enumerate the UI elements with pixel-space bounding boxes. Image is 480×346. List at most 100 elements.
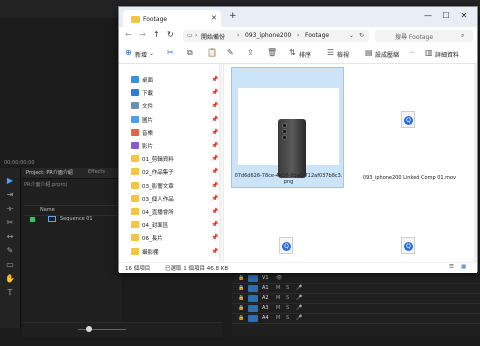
lock-icon[interactable]: 🔒 [238, 315, 244, 322]
compress-button[interactable]: 設成壓縮 [375, 50, 399, 59]
sidebar-item[interactable]: 02_作品集子 📌 [131, 166, 221, 178]
name-column-header[interactable]: Name [40, 207, 55, 213]
close-tab-icon[interactable]: ✕ [211, 14, 217, 22]
ripple-edit-icon[interactable]: ⟛ [5, 204, 15, 214]
file-tile[interactable]: 07d6d626-78ce-4e56-9ba0-712af037b8c3.png [231, 67, 344, 188]
solo-icon[interactable]: S [286, 315, 289, 322]
track-target-button[interactable] [248, 315, 258, 322]
view-button[interactable]: 檢視 [337, 50, 349, 59]
sidebar-item[interactable]: 06_長片 📌 [131, 232, 221, 244]
content-scrollbar[interactable] [474, 64, 477, 262]
pin-icon[interactable]: 📌 [211, 168, 218, 175]
type-icon[interactable]: T [5, 288, 15, 298]
hand-icon[interactable]: ✋ [5, 274, 15, 284]
lock-icon[interactable]: 🔒 [238, 295, 244, 302]
sidebar-item[interactable]: 下載 📌 [131, 87, 221, 99]
track-select-icon[interactable]: ⇥ [5, 190, 15, 200]
sidebar-item[interactable]: 攝影棚 📌 [131, 246, 221, 258]
mute-icon[interactable]: M [276, 295, 280, 302]
file-tile[interactable]: Q [353, 192, 466, 262]
selection-tool-icon[interactable]: ▶ [5, 176, 15, 186]
pin-icon[interactable]: 📌 [211, 195, 218, 202]
breadcrumb-item[interactable]: 開始備份 [201, 32, 225, 41]
sort-button[interactable]: 排序 [299, 50, 311, 59]
new-tab-icon[interactable]: + [229, 11, 237, 21]
pin-icon[interactable]: 📌 [211, 208, 218, 215]
cut-icon[interactable]: ✂ [167, 49, 174, 57]
tab-footage[interactable]: Footage ✕ [123, 10, 221, 27]
rename-icon[interactable]: ✎ [227, 49, 234, 57]
mute-icon[interactable]: M [276, 285, 280, 292]
file-tile[interactable]: Q [231, 192, 344, 262]
back-icon[interactable]: ← [125, 30, 132, 39]
close-window-icon[interactable]: ✕ [457, 10, 471, 22]
sidebar-item[interactable]: 01_剪輯資料 📌 [131, 153, 221, 165]
tab-effects[interactable]: Effects [88, 169, 105, 175]
track-target-button[interactable] [248, 305, 258, 312]
tab-project[interactable]: Project: PR介面介紹 [26, 169, 73, 176]
paste-icon[interactable]: 📋 [207, 49, 217, 57]
mic-icon[interactable]: 🎤 [296, 315, 302, 322]
sidebar-item[interactable]: 03_個人作品 📌 [131, 193, 221, 205]
tile-view-icon[interactable]: ▦ [461, 264, 466, 270]
pin-icon[interactable]: 📌 [211, 116, 218, 123]
refresh-icon[interactable]: ↻ [167, 30, 174, 39]
sidebar-item[interactable]: 音樂 📌 [131, 127, 221, 139]
list-view-icon[interactable]: ☰ [449, 264, 454, 270]
refresh-icon[interactable]: ↻ [359, 32, 364, 39]
zoom-slider-knob[interactable] [86, 326, 92, 332]
chevron-down-icon[interactable]: ⌄ [349, 32, 354, 39]
track-target-button[interactable] [248, 295, 258, 302]
search-input[interactable]: 搜尋 Footage ⌕ [375, 30, 473, 42]
up-icon[interactable]: ↑ [153, 30, 160, 39]
pin-icon[interactable]: 📌 [211, 142, 218, 149]
lock-icon[interactable]: 🔒 [238, 285, 244, 292]
minimize-icon[interactable]: — [421, 10, 435, 22]
mic-icon[interactable]: 🎤 [296, 285, 302, 292]
sidebar-item[interactable]: 04_直播會所 📌 [131, 206, 221, 218]
pen-icon[interactable]: ✎ [5, 246, 15, 256]
address-bar[interactable]: ▭ › 開始備份 › 093_iphone200 › Footage ⌄ ↻ [183, 30, 369, 42]
solo-icon[interactable]: S [286, 305, 289, 312]
lock-icon[interactable]: 🔒 [238, 275, 244, 282]
sidebar-item[interactable]: 影片 📌 [131, 140, 221, 152]
pin-icon[interactable]: 📌 [211, 248, 218, 255]
track-target-button[interactable] [248, 285, 258, 292]
mic-icon[interactable]: 🎤 [296, 305, 302, 312]
pin-icon[interactable]: 📌 [211, 129, 218, 136]
razor-icon[interactable]: ✂ [5, 218, 15, 228]
pin-icon[interactable]: 📌 [211, 182, 218, 189]
breadcrumb-item[interactable]: Footage [305, 32, 329, 39]
pin-icon[interactable]: 📌 [211, 102, 218, 109]
solo-icon[interactable]: S [286, 295, 289, 302]
sidebar-item[interactable]: 03_影響文章 📌 [131, 180, 221, 192]
navigation-scrollbar[interactable] [219, 64, 222, 262]
pin-icon[interactable]: 📌 [211, 234, 218, 241]
sidebar-item[interactable]: 圖片 📌 [131, 114, 221, 126]
more-icon[interactable]: ··· [409, 50, 415, 57]
pin-icon[interactable]: 📌 [211, 76, 218, 83]
mute-icon[interactable]: M [276, 305, 280, 312]
pin-icon[interactable]: 📌 [211, 221, 218, 228]
sidebar-item[interactable]: 桌面 📌 [131, 74, 221, 86]
details-button[interactable]: 詳細資料 [435, 50, 459, 59]
lock-icon[interactable]: 🔒 [238, 305, 244, 312]
eye-icon[interactable]: 👁 [276, 275, 282, 282]
sidebar-item[interactable]: 04_封面區 📌 [131, 219, 221, 231]
sidebar-item[interactable]: 文件 📌 [131, 100, 221, 112]
forward-icon[interactable]: → [139, 30, 146, 39]
track-target-button[interactable] [248, 275, 258, 282]
pin-icon[interactable]: 📌 [211, 155, 218, 162]
breadcrumb-item[interactable]: 093_iphone200 [245, 32, 291, 39]
chevron-down-icon[interactable]: ⌄ [149, 50, 154, 57]
maximize-icon[interactable]: ☐ [439, 10, 453, 22]
solo-icon[interactable]: S [286, 285, 289, 292]
rectangle-icon[interactable]: ▭ [5, 260, 15, 270]
mute-icon[interactable]: M [276, 315, 280, 322]
share-icon[interactable]: ⇪ [247, 49, 254, 57]
mic-icon[interactable]: 🎤 [296, 295, 302, 302]
pin-icon[interactable]: 📌 [211, 89, 218, 96]
new-button[interactable]: 新增 [135, 50, 147, 59]
delete-icon[interactable]: 🗑 [267, 49, 277, 57]
file-tile[interactable]: Q 093_iphone200 Linked Comp 01.mov [353, 67, 466, 188]
